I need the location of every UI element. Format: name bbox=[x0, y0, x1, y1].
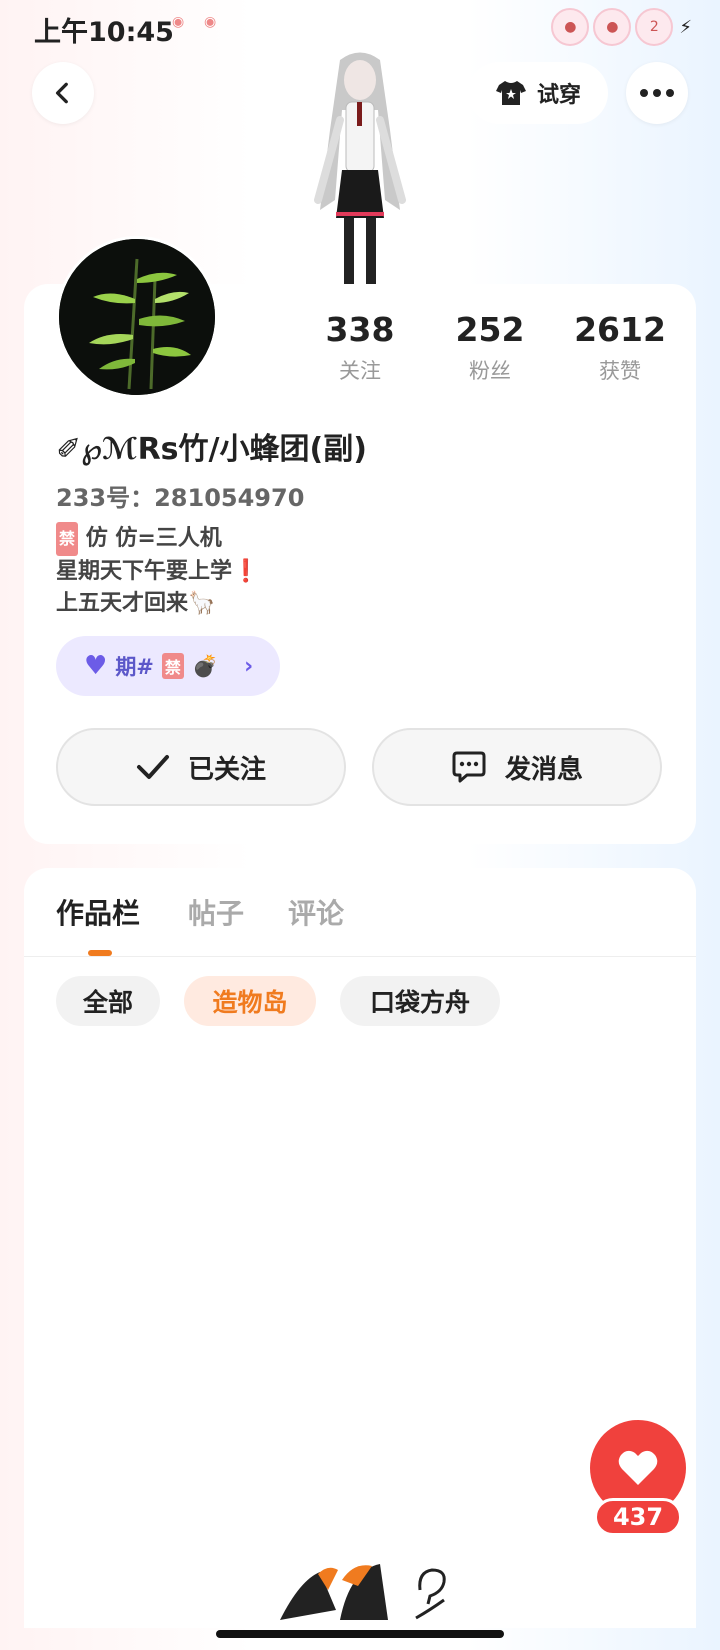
notification-badge: 2 bbox=[635, 8, 674, 46]
tag-text: 期# bbox=[115, 655, 154, 679]
status-right-group: ● ● 2 ⚡ bbox=[551, 8, 692, 46]
like-count: 437 bbox=[594, 1498, 682, 1536]
heart-icon: ♥ bbox=[84, 651, 108, 681]
tryon-label: 试穿 bbox=[536, 83, 581, 108]
tag-chip[interactable]: ♥ 期# 禁 💣 › bbox=[56, 636, 280, 696]
bio-line: 星期天下午要上学❗ bbox=[56, 556, 259, 588]
filter-creation-island[interactable]: 造物岛 bbox=[184, 976, 316, 1026]
tab-works[interactable]: 作品栏 bbox=[56, 892, 140, 932]
sticker-icon: ● bbox=[551, 8, 590, 46]
more-dots-icon bbox=[640, 89, 674, 97]
bio-text: 上五天才回来 bbox=[56, 591, 189, 616]
bomb-icon: 💣 bbox=[191, 653, 219, 678]
bio-text: 星期天下午要上学 bbox=[56, 559, 233, 584]
stat-label: 关注 bbox=[339, 359, 381, 383]
status-app-icon: ◉ bbox=[204, 14, 217, 30]
ban-badge: 禁 bbox=[56, 522, 79, 556]
user-id: 233号：281054970 bbox=[56, 484, 305, 512]
character-figure-image[interactable] bbox=[290, 50, 430, 290]
filter-all[interactable]: 全部 bbox=[56, 976, 160, 1026]
charging-icon: ⚡ bbox=[679, 16, 692, 38]
chevron-right-icon: › bbox=[244, 653, 254, 679]
stat-value: 338 bbox=[325, 310, 395, 349]
back-button[interactable] bbox=[32, 62, 94, 124]
home-indicator[interactable] bbox=[216, 1630, 504, 1638]
username: ✐℘ℳRs竹/小蜂团(副) bbox=[56, 432, 367, 467]
status-bar: 上午10:45 ◉ ◉ ● ● 2 ⚡ bbox=[0, 0, 720, 52]
stat-following[interactable]: 338 关注 bbox=[300, 310, 420, 385]
message-label: 发消息 bbox=[504, 754, 583, 785]
stat-likes[interactable]: 2612 获赞 bbox=[560, 310, 680, 385]
chevron-left-icon bbox=[55, 82, 68, 104]
bio-text: 仿 仿=三人机 bbox=[85, 526, 222, 551]
followed-label: 已关注 bbox=[187, 754, 266, 785]
heart-icon bbox=[618, 1450, 658, 1485]
llama-icon: 🦙 bbox=[188, 591, 216, 616]
checkmark-icon bbox=[136, 755, 169, 779]
status-time: 上午10:45 bbox=[34, 17, 174, 48]
tryon-button[interactable]: 试穿 bbox=[468, 62, 608, 124]
bamboo-avatar-image bbox=[59, 239, 215, 395]
status-app-icon: ◉ bbox=[172, 14, 185, 30]
stat-value: 2612 bbox=[574, 310, 666, 349]
stat-value: 252 bbox=[455, 310, 525, 349]
decorative-creature-image bbox=[280, 1564, 446, 1620]
shirt-icon bbox=[495, 81, 526, 105]
divider bbox=[24, 956, 696, 957]
tab-posts[interactable]: 帖子 bbox=[188, 892, 244, 932]
stat-label: 粉丝 bbox=[469, 359, 511, 383]
more-button[interactable] bbox=[626, 62, 688, 124]
ban-badge: 禁 bbox=[161, 653, 184, 679]
bio-line: 禁 仿 仿=三人机 bbox=[56, 522, 259, 556]
bio: 禁 仿 仿=三人机 星期天下午要上学❗ 上五天才回来🦙 bbox=[56, 522, 259, 620]
filter-pocket-ark[interactable]: 口袋方舟 bbox=[340, 976, 500, 1026]
avatar[interactable] bbox=[56, 236, 218, 398]
followed-button[interactable]: 已关注 bbox=[56, 728, 346, 806]
chat-bubble-icon bbox=[452, 751, 486, 783]
tab-comments[interactable]: 评论 bbox=[288, 892, 344, 932]
stat-followers[interactable]: 252 粉丝 bbox=[430, 310, 550, 385]
sticker-icon: ● bbox=[593, 8, 632, 46]
stats-row: 338 关注 252 粉丝 2612 获赞 bbox=[300, 310, 680, 385]
stat-label: 获赞 bbox=[599, 359, 641, 383]
exclamation-icon: ❗ bbox=[232, 559, 260, 584]
bio-line: 上五天才回来🦙 bbox=[56, 588, 259, 620]
message-button[interactable]: 发消息 bbox=[372, 728, 662, 806]
